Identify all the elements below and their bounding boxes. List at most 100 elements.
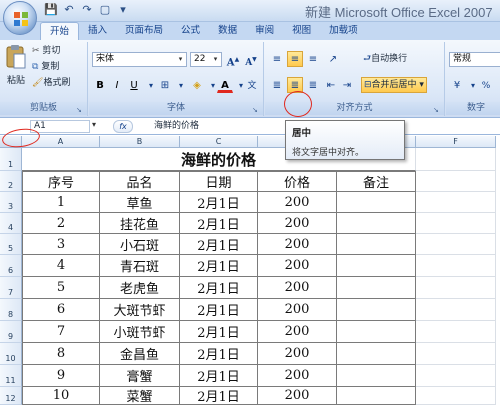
formula-content[interactable]: 海鲜的价格 xyxy=(140,120,280,133)
table-cell[interactable]: 挂花鱼 xyxy=(100,213,180,234)
empty-cell[interactable] xyxy=(416,192,496,213)
table-cell[interactable]: 2 xyxy=(22,213,100,234)
table-cell[interactable] xyxy=(337,234,416,255)
table-cell[interactable]: 小斑节虾 xyxy=(100,321,180,343)
empty-cell[interactable] xyxy=(416,277,496,299)
table-cell[interactable]: 3 xyxy=(22,234,100,255)
tab-page-layout[interactable]: 页面布局 xyxy=(116,22,172,40)
paste-button[interactable]: 粘贴 xyxy=(4,44,28,90)
table-cell[interactable]: 小石斑 xyxy=(100,234,180,255)
table-cell[interactable] xyxy=(337,213,416,234)
row-header-3[interactable]: 3 xyxy=(0,192,22,213)
insert-function-button[interactable]: fx xyxy=(113,120,133,133)
table-cell[interactable]: 10 xyxy=(22,387,100,405)
shrink-font-button[interactable]: A▼ xyxy=(243,51,259,68)
office-button[interactable] xyxy=(3,1,37,35)
format-painter-button[interactable]: 🖌格式刷 xyxy=(32,76,70,91)
print-preview-icon[interactable]: ▢ xyxy=(98,3,112,17)
table-cell[interactable]: 2月1日 xyxy=(180,343,258,365)
table-cell[interactable]: 2月1日 xyxy=(180,365,258,387)
column-header-b[interactable]: B xyxy=(100,136,180,148)
empty-cell[interactable] xyxy=(416,387,496,405)
copy-button[interactable]: ⧉ 复制 xyxy=(32,60,59,75)
bold-button[interactable]: B xyxy=(92,77,108,93)
align-middle-icon[interactable]: ≡ xyxy=(287,51,303,67)
table-cell[interactable] xyxy=(337,277,416,299)
underline-button[interactable]: U xyxy=(126,77,142,93)
table-cell[interactable]: 200 xyxy=(258,365,337,387)
table-cell[interactable]: 膏蟹 xyxy=(100,365,180,387)
table-cell[interactable]: 老虎鱼 xyxy=(100,277,180,299)
wrap-text-button[interactable]: ⮐自动换行 xyxy=(363,52,407,67)
row-header-8[interactable]: 8 xyxy=(0,299,22,321)
table-cell[interactable]: 菜蟹 xyxy=(100,387,180,405)
table-cell[interactable]: 2月1日 xyxy=(180,277,258,299)
table-cell[interactable]: 金昌鱼 xyxy=(100,343,180,365)
table-header-cell[interactable]: 价格 xyxy=(258,171,337,192)
table-cell[interactable]: 青石斑 xyxy=(100,255,180,277)
table-cell[interactable]: 9 xyxy=(22,365,100,387)
customize-qat-icon[interactable]: ▾ xyxy=(116,3,130,17)
table-cell[interactable] xyxy=(337,321,416,343)
undo-icon[interactable]: ↶ xyxy=(62,3,76,17)
table-cell[interactable]: 200 xyxy=(258,343,337,365)
font-size-combo[interactable]: 22 ▾ xyxy=(190,52,222,67)
tab-view[interactable]: 视图 xyxy=(283,22,320,40)
italic-button[interactable]: I xyxy=(109,77,125,93)
alignment-launcher-icon[interactable]: ↘ xyxy=(433,106,441,114)
table-cell[interactable]: 200 xyxy=(258,192,337,213)
clipboard-launcher-icon[interactable]: ↘ xyxy=(76,106,84,114)
empty-cell[interactable] xyxy=(416,234,496,255)
empty-cell[interactable] xyxy=(416,343,496,365)
tab-formulas[interactable]: 公式 xyxy=(172,22,209,40)
decrease-indent-icon[interactable]: ⇤ xyxy=(323,77,339,93)
empty-cell[interactable] xyxy=(416,255,496,277)
table-cell[interactable]: 2月1日 xyxy=(180,299,258,321)
row-header-10[interactable]: 10 xyxy=(0,343,22,365)
align-right-icon[interactable]: ≣ xyxy=(305,77,321,93)
table-cell[interactable]: 2月1日 xyxy=(180,255,258,277)
row-header-7[interactable]: 7 xyxy=(0,277,22,299)
tab-data[interactable]: 数据 xyxy=(209,22,246,40)
name-box[interactable]: A1 xyxy=(30,120,90,133)
table-cell[interactable]: 2月1日 xyxy=(180,234,258,255)
row-header-1[interactable]: 1 xyxy=(0,148,22,171)
column-header-f[interactable]: F xyxy=(416,136,496,148)
row-header-12[interactable]: 12 xyxy=(0,387,22,405)
row-header-2[interactable]: 2 xyxy=(0,171,22,192)
borders-dropdown-icon[interactable]: ▾ xyxy=(173,77,189,93)
merge-center-button[interactable]: ⊟合并后居中 ▾ xyxy=(361,77,427,93)
name-box-dropdown-icon[interactable]: ▾ xyxy=(92,120,96,129)
table-cell[interactable]: 6 xyxy=(22,299,100,321)
number-format-combo[interactable]: 常规 xyxy=(449,52,500,67)
table-cell[interactable]: 200 xyxy=(258,321,337,343)
orientation-icon[interactable]: ↗ xyxy=(325,51,341,67)
table-cell[interactable]: 200 xyxy=(258,213,337,234)
save-icon[interactable]: 💾 xyxy=(44,3,58,17)
table-cell[interactable]: 200 xyxy=(258,234,337,255)
worksheet-grid[interactable]: ABCDEF123456789101112海鲜的价格序号品名日期价格备注1草鱼2… xyxy=(0,136,500,405)
tab-review[interactable]: 审阅 xyxy=(246,22,283,40)
empty-cell[interactable] xyxy=(416,365,496,387)
table-cell[interactable]: 5 xyxy=(22,277,100,299)
table-cell[interactable] xyxy=(337,299,416,321)
align-left-icon[interactable]: ≣ xyxy=(269,77,285,93)
table-cell[interactable] xyxy=(337,343,416,365)
row-header-11[interactable]: 11 xyxy=(0,365,22,387)
grow-font-button[interactable]: A▲ xyxy=(225,51,241,68)
table-header-cell[interactable]: 序号 xyxy=(22,171,100,192)
fill-color-icon[interactable]: ◈ xyxy=(189,77,205,93)
empty-cell[interactable] xyxy=(416,299,496,321)
phonetic-icon[interactable]: 文 xyxy=(244,77,260,93)
font-color-icon[interactable]: A xyxy=(217,77,233,93)
table-cell[interactable]: 2月1日 xyxy=(180,321,258,343)
table-cell[interactable]: 大斑节虾 xyxy=(100,299,180,321)
table-header-cell[interactable]: 日期 xyxy=(180,171,258,192)
table-cell[interactable]: 200 xyxy=(258,255,337,277)
row-header-5[interactable]: 5 xyxy=(0,234,22,255)
borders-icon[interactable]: ⊞ xyxy=(157,77,173,93)
table-cell[interactable]: 1 xyxy=(22,192,100,213)
redo-icon[interactable]: ↷ xyxy=(80,3,94,17)
column-header-c[interactable]: C xyxy=(180,136,258,148)
cut-button[interactable]: ✂ 剪切 xyxy=(32,44,60,59)
